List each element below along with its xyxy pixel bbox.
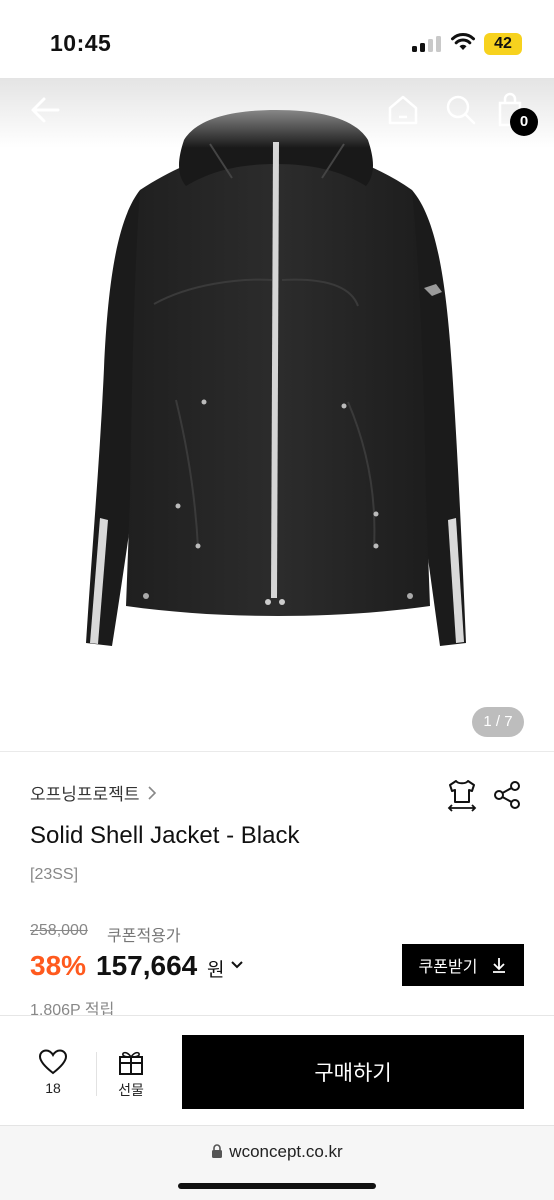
heart-icon: [38, 1049, 68, 1075]
gift-button[interactable]: 선물: [110, 1048, 152, 1100]
like-count: 18: [45, 1080, 61, 1096]
bottom-action-bar: 18 선물 구매하기: [0, 1015, 554, 1125]
discount-rate: 38%: [30, 950, 87, 981]
url-text: wconcept.co.kr: [229, 1142, 343, 1161]
chevron-right-icon: [148, 785, 157, 800]
download-coupon-button[interactable]: 쿠폰받기: [402, 944, 524, 986]
lock-icon: [212, 1144, 223, 1158]
status-time: 10:45: [50, 30, 112, 56]
season-label: [23SS]: [30, 866, 79, 883]
size-guide-icon[interactable]: [446, 778, 478, 812]
buy-button[interactable]: 구매하기: [182, 1035, 524, 1109]
gift-icon: [119, 1051, 143, 1075]
wifi-icon: [451, 33, 475, 50]
gift-label: 선물: [118, 1082, 144, 1098]
chevron-down-icon[interactable]: [230, 960, 244, 970]
coupon-button-label: 쿠폰받기: [418, 959, 478, 976]
coupon-price-note: 쿠폰적용가: [107, 928, 181, 945]
search-icon[interactable]: [444, 90, 478, 130]
product-title: Solid Shell Jacket - Black: [30, 822, 300, 849]
url-display[interactable]: wconcept.co.kr: [0, 1142, 554, 1162]
back-arrow-icon[interactable]: [28, 90, 62, 130]
download-icon: [493, 958, 506, 973]
gallery-page-indicator: 1 / 7: [472, 707, 524, 737]
brand-link[interactable]: 오프닝프로젝트: [30, 780, 157, 805]
status-bar: 10:45 42: [0, 0, 554, 78]
cart-count-badge[interactable]: 0: [510, 108, 538, 136]
share-icon[interactable]: [492, 780, 522, 810]
battery-indicator: 42: [484, 33, 522, 55]
like-button[interactable]: 18: [34, 1048, 72, 1096]
sale-price: 157,664: [96, 950, 198, 981]
home-indicator: [178, 1183, 376, 1189]
currency-label: 원: [207, 960, 225, 981]
home-icon[interactable]: [386, 90, 420, 130]
brand-name: 오프닝프로젝트: [30, 785, 140, 804]
cellular-signal-icon: [412, 36, 442, 52]
browser-url-bar[interactable]: wconcept.co.kr: [0, 1125, 554, 1200]
original-price: 258,000: [30, 922, 88, 939]
product-image: [86, 110, 466, 646]
product-image-gallery[interactable]: 1 / 7: [0, 78, 554, 751]
divider: [96, 1052, 97, 1096]
divider: [0, 751, 554, 752]
